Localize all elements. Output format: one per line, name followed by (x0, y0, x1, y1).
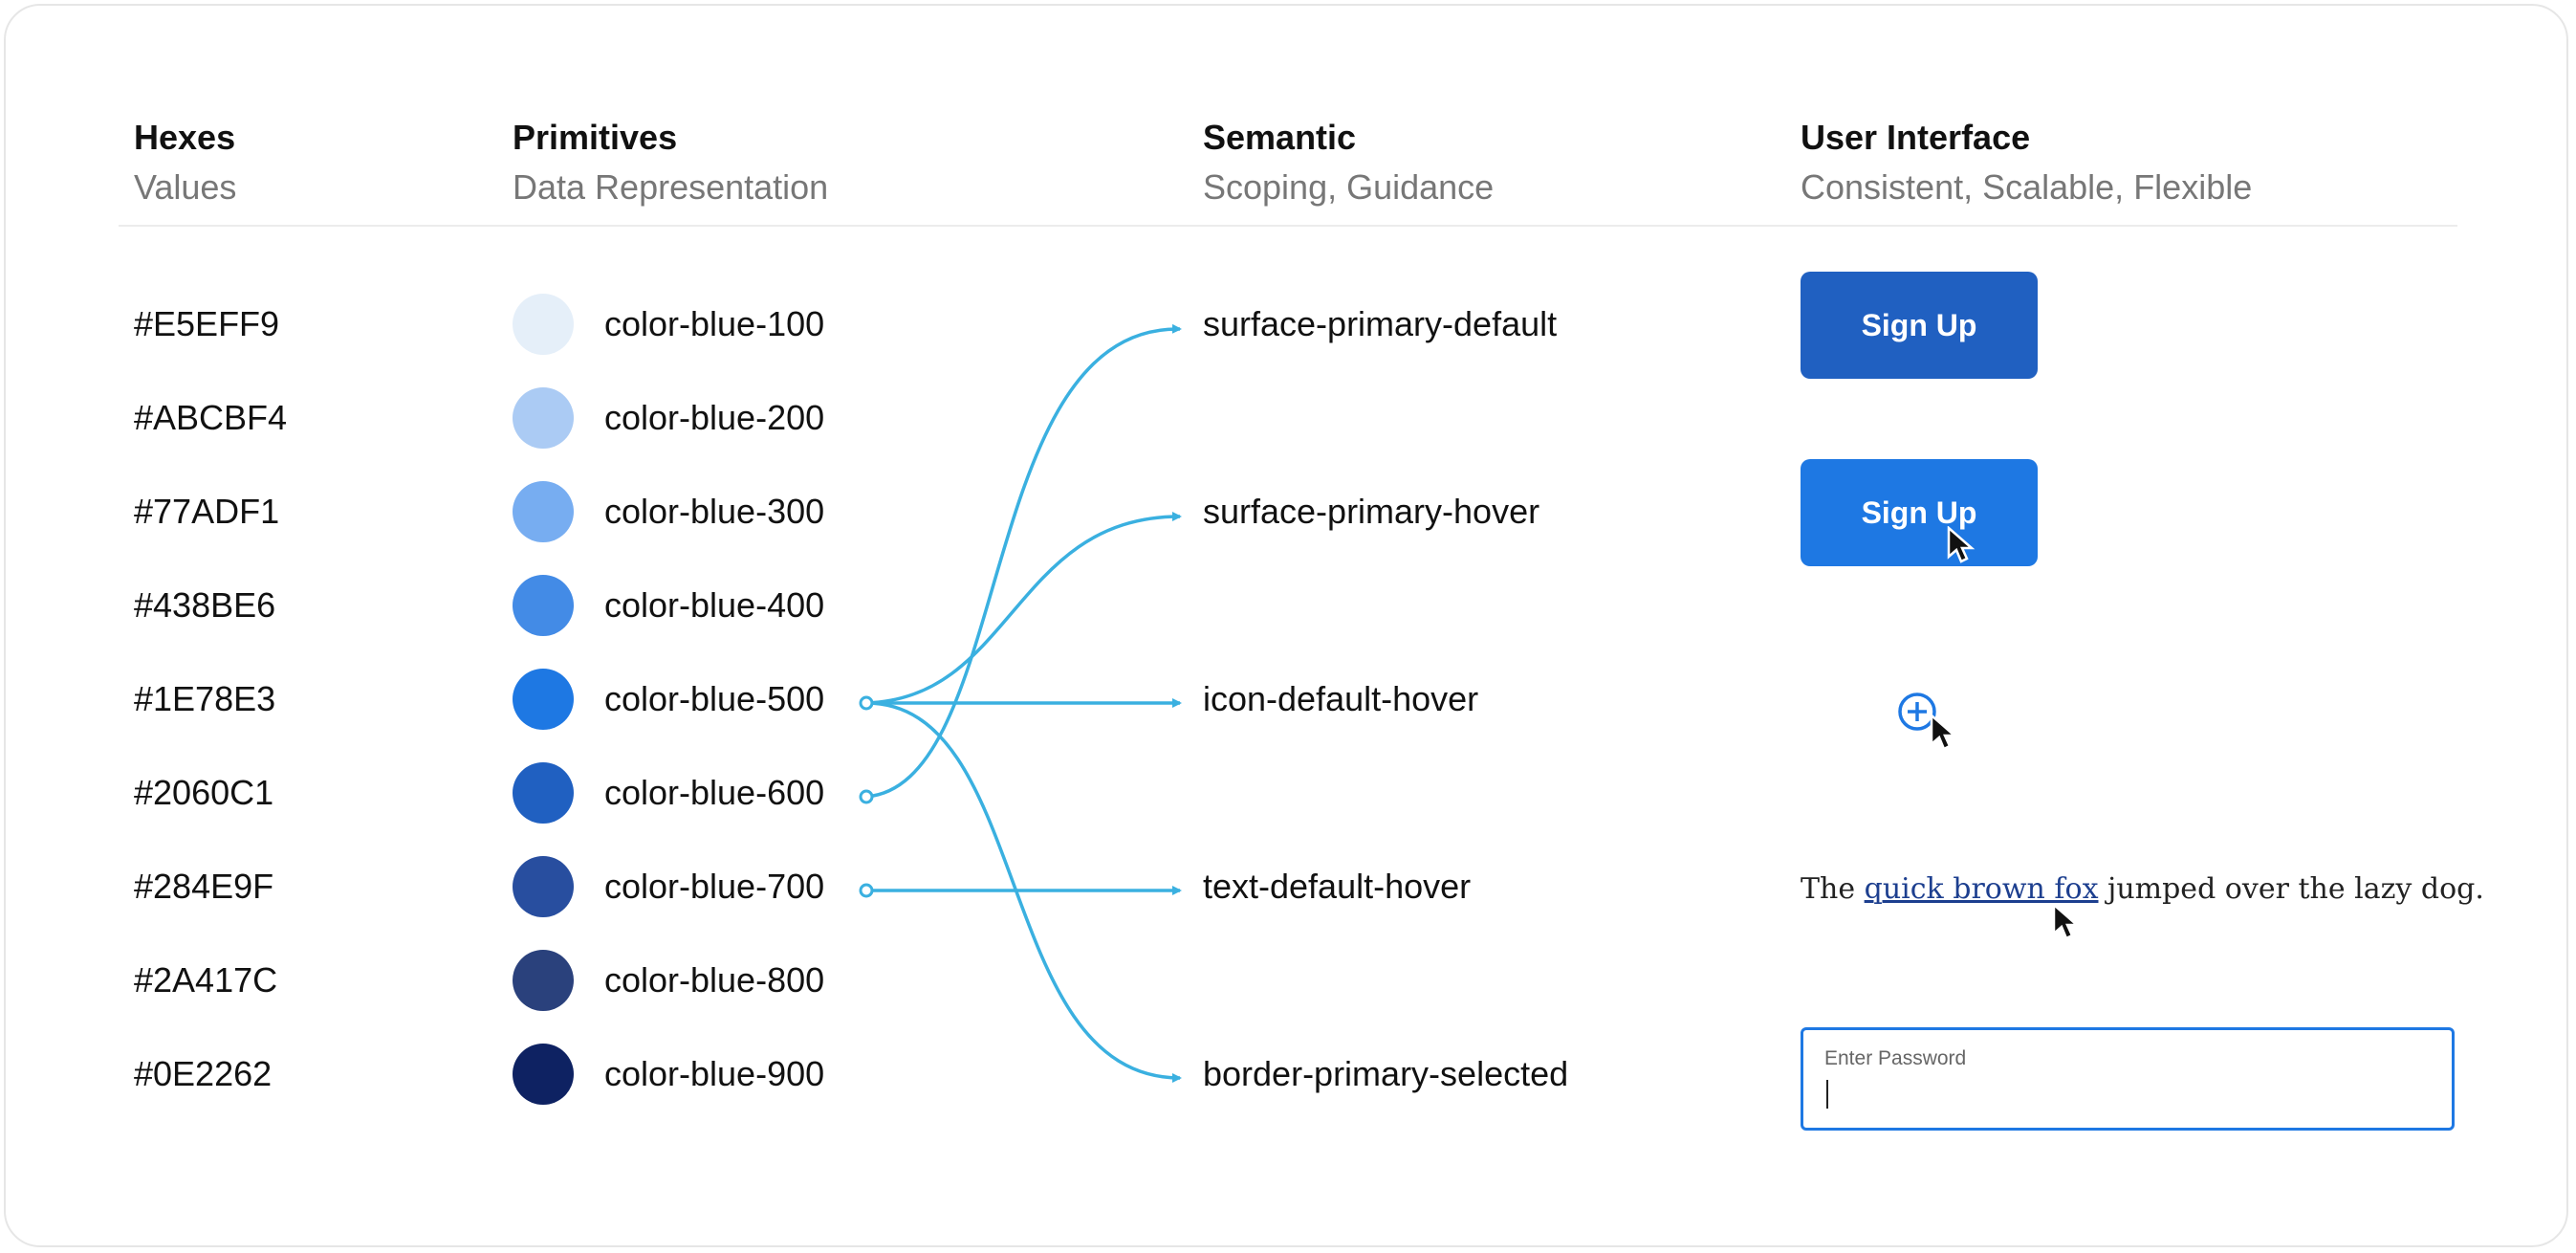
connector-origin-500 (859, 695, 874, 711)
sentence-text-after: jumped over the lazy dog. (2098, 872, 2484, 906)
sentence-link[interactable]: quick brown fox (1865, 872, 2099, 906)
mouse-pointer-icon (2052, 903, 2081, 940)
text-caret (1826, 1080, 1828, 1109)
sentence-text-before: The (1801, 872, 1865, 906)
connector-600-to-surface-primary-default (865, 323, 1182, 799)
mouse-pointer-icon (1947, 526, 1976, 563)
connector-origin-600 (859, 789, 874, 804)
password-field[interactable]: Enter Password (1801, 1027, 2455, 1131)
sign-up-button-hover[interactable]: Sign Up (1801, 459, 2038, 566)
password-field-label: Enter Password (1824, 1047, 1967, 1069)
mouse-pointer-icon (1930, 714, 1958, 751)
connector-500-to-surface-primary-hover (865, 512, 1182, 705)
connector-origin-700 (859, 883, 874, 898)
sample-sentence: The quick brown fox jumped over the lazy… (1801, 870, 2484, 909)
sign-up-button-default[interactable]: Sign Up (1801, 272, 2038, 379)
